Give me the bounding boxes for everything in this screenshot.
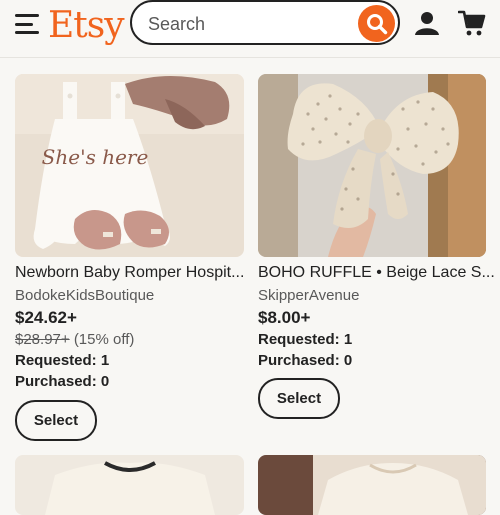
listing-requested: Requested: 1 bbox=[258, 331, 353, 348]
search-button[interactable] bbox=[358, 5, 395, 42]
listing-shop-name[interactable]: BodokeKidsBoutique bbox=[15, 287, 154, 304]
menu-icon[interactable] bbox=[15, 14, 39, 34]
listing-price: $24.62+ bbox=[15, 308, 77, 327]
listing-image-romper[interactable]: She's here bbox=[15, 74, 244, 257]
listing-price: $8.00+ bbox=[258, 308, 311, 327]
select-button[interactable]: Select bbox=[258, 378, 340, 419]
listing-discount: (15% off) bbox=[73, 331, 135, 348]
romper-photo: She's here bbox=[15, 74, 244, 257]
listing-original-price: $28.97+ bbox=[15, 331, 70, 348]
listing-image-baby-top[interactable] bbox=[258, 455, 486, 515]
etsy-logo[interactable]: Etsy bbox=[48, 4, 125, 48]
listing-title[interactable]: Newborn Baby Romper Hospit... bbox=[15, 264, 244, 282]
romper-embroidery: She's here bbox=[42, 145, 149, 169]
select-button[interactable]: Select bbox=[15, 400, 97, 441]
listing-shop-name[interactable]: SkipperAvenue bbox=[258, 287, 359, 304]
listing-title[interactable]: BOHO RUFFLE • Beige Lace S... bbox=[258, 264, 495, 282]
listing-original-price-row: $28.97+ (15% off) bbox=[15, 331, 134, 348]
top-bar: Etsy bbox=[0, 0, 500, 56]
search-icon bbox=[366, 13, 387, 34]
listing-purchased: Purchased: 0 bbox=[15, 373, 110, 390]
user-icon[interactable] bbox=[414, 10, 440, 36]
listing-purchased: Purchased: 0 bbox=[258, 352, 353, 369]
listing-image-bow[interactable] bbox=[258, 74, 486, 257]
header-divider bbox=[0, 57, 500, 58]
sweater-photo bbox=[15, 455, 244, 515]
listing-image-sweater[interactable] bbox=[15, 455, 244, 515]
bow-photo bbox=[258, 74, 486, 257]
listing-requested: Requested: 1 bbox=[15, 352, 110, 369]
baby-top-photo bbox=[258, 455, 486, 515]
search-bar[interactable] bbox=[130, 0, 400, 45]
cart-icon[interactable] bbox=[458, 9, 486, 37]
search-input[interactable] bbox=[146, 11, 350, 37]
